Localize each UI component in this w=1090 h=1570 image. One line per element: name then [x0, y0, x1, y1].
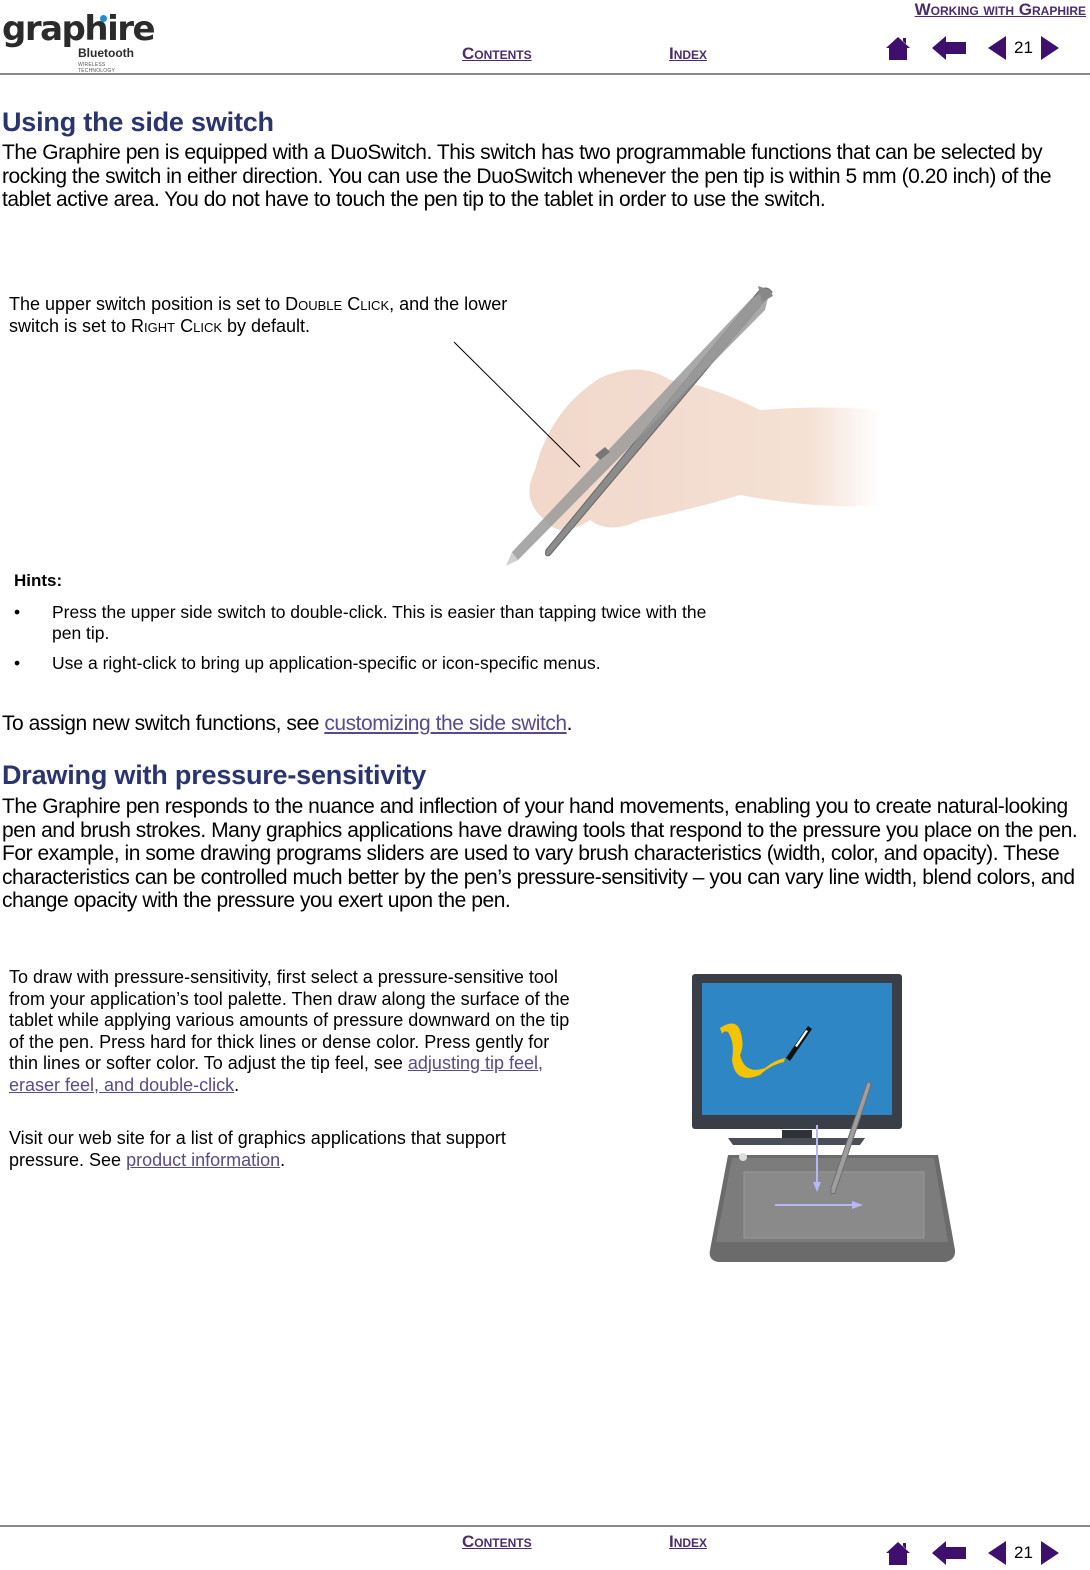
logo-wordmark: graphire	[2, 9, 156, 49]
section-heading-pressure: Drawing with pressure-sensitivity	[2, 760, 427, 790]
product-information-link[interactable]: product information	[126, 1150, 280, 1170]
footer-divider	[0, 1525, 1090, 1527]
footer-page-navigation: 21	[886, 1541, 1059, 1565]
logo-bluetooth: Bluetooth	[78, 46, 134, 60]
graphire-logo: graphire Bluetooth WIRELESS TECHNOLOGY	[2, 12, 156, 74]
section-heading-side-switch: Using the side switch	[2, 107, 274, 137]
monitor-shape	[692, 974, 902, 1145]
home-icon[interactable]	[886, 1541, 910, 1565]
visit-website-text: Visit our web site for a list of graphic…	[9, 1128, 506, 1170]
back-icon[interactable]	[932, 36, 966, 60]
page-number: 21	[1014, 1543, 1033, 1562]
right-click-term: Right Click	[131, 315, 222, 336]
footer-contents-link[interactable]: Contents	[462, 1532, 532, 1552]
double-click-term: Double Click	[285, 294, 390, 314]
logo-dot	[100, 15, 107, 22]
page-navigation: 21	[886, 36, 1059, 60]
tablet-shape	[709, 1153, 956, 1262]
pressure-instructions: To draw with pressure-sensitivity, first…	[9, 967, 570, 1095]
assign-switch-text: To assign new switch functions, see cust…	[2, 712, 572, 735]
back-icon[interactable]	[932, 1541, 966, 1565]
next-page-icon[interactable]	[1040, 1541, 1059, 1565]
customizing-side-switch-link[interactable]: customizing the side switch	[324, 712, 567, 735]
next-page-icon[interactable]	[1040, 36, 1059, 60]
pressure-paragraph: The Graphire pen responds to the nuance …	[2, 795, 1078, 912]
index-link[interactable]: Index	[669, 44, 707, 64]
chapter-link[interactable]: Working with Graphire	[915, 0, 1086, 20]
previous-page-icon[interactable]	[988, 36, 1006, 60]
side-switch-paragraph: The Graphire pen is equipped with a DuoS…	[2, 141, 1052, 211]
monitor-tablet-illustration	[680, 960, 980, 1280]
home-icon[interactable]	[886, 36, 910, 60]
callout-leader-line	[453, 341, 581, 468]
contents-link[interactable]: Contents	[462, 44, 532, 64]
hints-title: Hints:	[14, 571, 63, 590]
footer-index-link[interactable]: Index	[669, 1532, 707, 1552]
bullet: •	[14, 602, 21, 622]
switch-callout: The upper switch position is set to Doub…	[9, 294, 508, 336]
bullet: •	[14, 653, 21, 673]
previous-page-icon[interactable]	[988, 1541, 1006, 1565]
page-number: 21	[1014, 38, 1033, 57]
header-divider	[0, 73, 1090, 75]
pen-in-hand-illustration	[440, 270, 890, 580]
